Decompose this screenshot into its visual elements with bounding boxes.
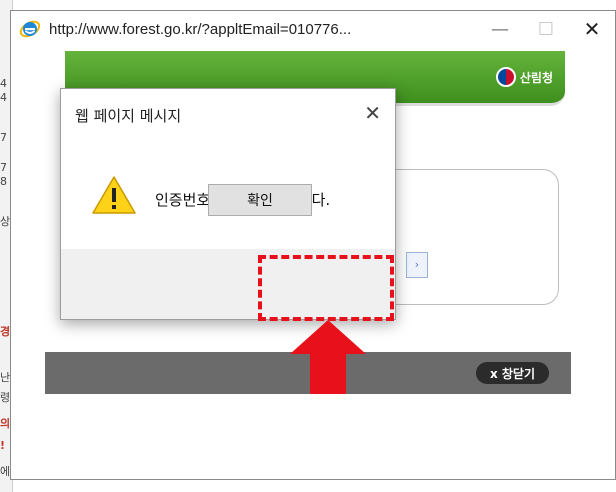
background-text-fragment: ! (0, 440, 6, 452)
minimize-button[interactable]: — (477, 11, 523, 47)
background-text-fragment: 상 (0, 216, 10, 228)
highlight-annotation (258, 255, 394, 321)
background-text-fragment: 7 (0, 132, 7, 144)
background-text-fragment: 에 (0, 466, 10, 478)
ok-button[interactable]: 확인 (208, 184, 312, 216)
warning-icon (91, 175, 137, 215)
internet-explorer-icon (19, 18, 41, 40)
maximize-button[interactable]: ☐ (523, 11, 569, 47)
kfs-logo-text: 산림청 (519, 70, 553, 85)
red-arrow-icon (290, 320, 366, 394)
taegeuk-emblem-icon (495, 67, 516, 87)
background-text-fragment: 7 (0, 162, 7, 174)
background-text-fragment: 4 (0, 78, 7, 90)
kfs-logo: 산림청 (495, 65, 553, 89)
background-text-fragment: 4 (0, 92, 7, 104)
background-text-fragment: 령 (0, 392, 10, 404)
close-window-button[interactable]: x 창닫기 (475, 362, 549, 384)
background-small-button[interactable]: › (406, 252, 428, 278)
background-text-fragment: 8 (0, 176, 7, 188)
dialog-close-button[interactable]: ✕ (364, 101, 381, 125)
dialog-title: 웹 페이지 메시지 (75, 107, 182, 125)
background-text-fragment: 난 (0, 372, 10, 384)
window-close-button[interactable]: ✕ (569, 11, 615, 47)
background-text-fragment: 의 (0, 418, 10, 430)
browser-titlebar: http://www.forest.go.kr/?appltEmail=0107… (11, 11, 615, 47)
background-text-fragment: 경 (0, 326, 10, 338)
url-display: http://www.forest.go.kr/?appltEmail=0107… (49, 20, 352, 38)
